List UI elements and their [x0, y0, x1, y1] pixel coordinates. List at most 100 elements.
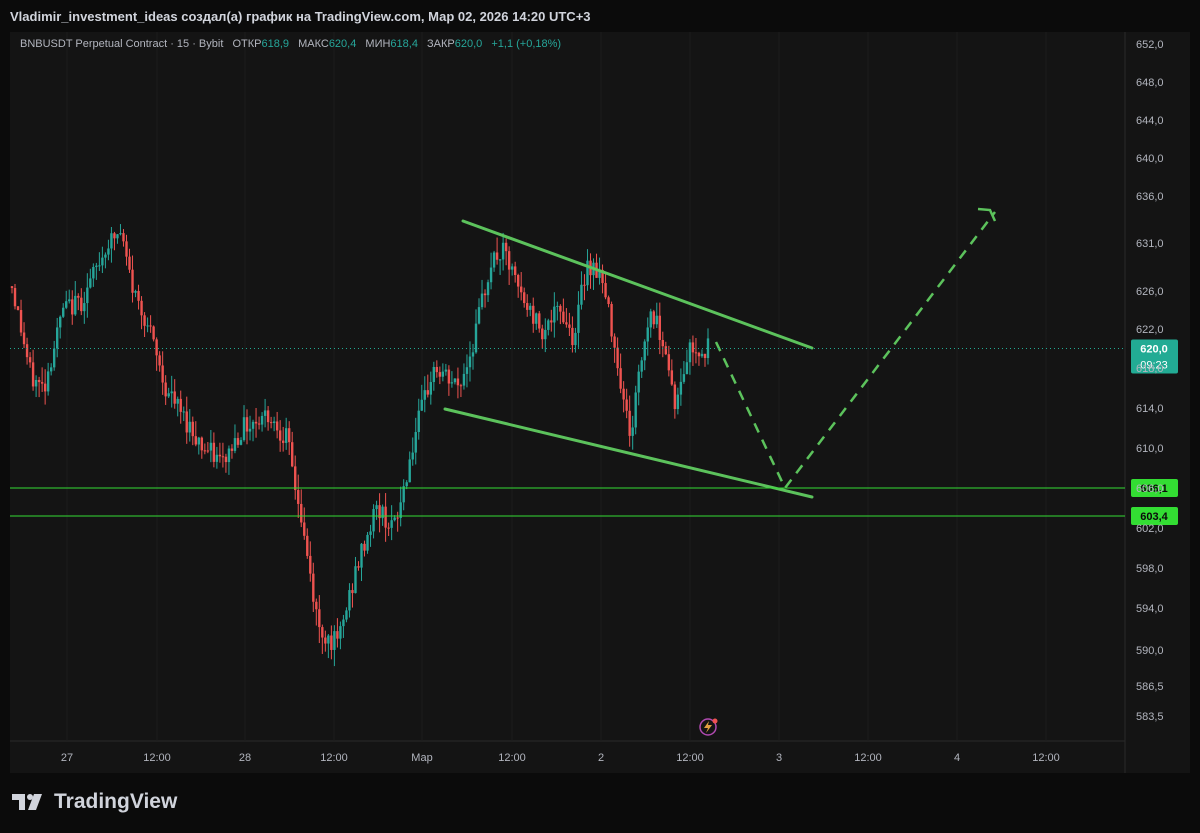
time-tick-label: 3: [776, 752, 782, 764]
candle-body: [37, 379, 41, 383]
alert-icon[interactable]: [699, 718, 718, 736]
candle-body: [604, 283, 607, 298]
candle-body: [580, 284, 583, 305]
candle-body: [673, 384, 677, 410]
candle-body: [477, 307, 481, 324]
candle-body: [116, 234, 119, 239]
candle-body: [396, 517, 399, 519]
candle-body: [239, 440, 243, 445]
candle-body: [173, 391, 176, 404]
projection-path[interactable]: [714, 211, 996, 491]
time-tick-label: Мар: [411, 752, 433, 764]
candle-body: [324, 637, 327, 644]
candle-body: [444, 369, 448, 372]
candle-body: [342, 619, 345, 627]
candle-body: [248, 428, 252, 432]
candle-body: [281, 440, 285, 443]
candle-body: [565, 322, 568, 325]
candle-body: [46, 371, 50, 392]
candle-body: [40, 382, 44, 384]
candle-body: [300, 503, 303, 523]
price-tick-label: 648,0: [1136, 77, 1164, 89]
candle-body: [483, 293, 487, 296]
candle-body: [34, 379, 38, 387]
candle-body: [574, 332, 577, 346]
price-tick-label: 594,0: [1136, 603, 1164, 615]
candle-body: [495, 252, 499, 260]
candle-body: [664, 346, 668, 355]
channel-upper-line[interactable]: [461, 219, 814, 350]
candle-body: [441, 371, 445, 377]
candle-body: [489, 267, 493, 283]
candle-body: [233, 438, 237, 451]
candle-body: [345, 610, 348, 620]
candle-body: [501, 242, 505, 260]
candle-body: [393, 517, 396, 521]
candle-body: [31, 362, 35, 387]
time-tick-label: 12:00: [1032, 752, 1060, 764]
candle-body: [526, 303, 529, 310]
price-tick-label: 626,0: [1136, 286, 1164, 298]
candle-body: [291, 442, 294, 467]
candle-body: [504, 242, 508, 252]
low-label: МИН: [365, 38, 391, 50]
candle-body: [260, 415, 264, 425]
candle-body: [212, 442, 216, 462]
candle-body: [697, 352, 701, 357]
candle-body: [191, 421, 194, 437]
candle-body: [330, 635, 333, 650]
symbol-name[interactable]: BNBUSDT Perpetual Contract · 15 · Bybit: [20, 38, 223, 50]
candle-body: [417, 410, 420, 433]
candle-body: [402, 486, 405, 503]
candle-body: [556, 305, 559, 307]
price-tick-label: 610,0: [1136, 443, 1164, 455]
candle-body: [529, 305, 532, 310]
candle-body: [327, 635, 330, 644]
candle-body: [453, 378, 457, 383]
candle-body: [462, 373, 466, 386]
close-value: 620,0: [454, 38, 483, 50]
candle-body: [143, 315, 146, 326]
candle-body: [384, 506, 387, 528]
candle-body: [631, 427, 634, 436]
candle-body: [438, 372, 442, 377]
candle-body: [107, 248, 110, 255]
price-tick-label: 636,0: [1136, 191, 1164, 203]
candle-body: [119, 233, 122, 235]
candle-body: [492, 252, 496, 268]
price-tick-label: 644,0: [1136, 115, 1164, 127]
candle-body: [420, 399, 423, 411]
price-axis[interactable]: 652,0 648,0 644,0 640,0 636,0 631,0 626,0 622,0…: [1136, 39, 1164, 723]
candle-body: [49, 367, 53, 372]
candle-body: [354, 566, 357, 594]
drawings: [443, 207, 997, 499]
open-value: 618,9: [261, 38, 290, 50]
candle-body: [553, 306, 556, 323]
candle-body: [541, 328, 544, 340]
horizontal-levels: 620,009:23606,1603,4: [10, 339, 1178, 525]
candle-body: [278, 430, 282, 441]
candle-body: [703, 353, 707, 359]
candle-body: [577, 304, 580, 333]
tradingview-logo[interactable]: TradingView: [12, 790, 177, 814]
candle-body: [167, 393, 170, 397]
candle-body: [28, 357, 32, 363]
candle-body: [155, 339, 158, 356]
candle-body: [447, 369, 451, 384]
price-tick-label: 602,0: [1136, 523, 1164, 535]
candle-body: [284, 428, 288, 443]
candle-body: [408, 459, 411, 483]
candle-body: [89, 278, 92, 288]
price-tick-label: 590,0: [1136, 645, 1164, 657]
time-tick-label: 12:00: [143, 752, 171, 764]
candle-body: [77, 295, 80, 298]
candle-body: [652, 311, 655, 325]
time-axis[interactable]: 27 12:00 28 12:00 Мар 12:00 2 12:00 3 12:00 4 12:00: [61, 752, 1060, 764]
candle-body: [74, 295, 77, 315]
candle-body: [62, 307, 65, 317]
chart-canvas[interactable]: 620,009:23606,1603,4 652,0 648,0 644,0 640,…: [0, 0, 1200, 833]
candle-body: [122, 233, 125, 242]
candle-body: [658, 315, 661, 340]
candle-body: [275, 421, 279, 431]
price-tick-label: 622,0: [1136, 324, 1164, 336]
